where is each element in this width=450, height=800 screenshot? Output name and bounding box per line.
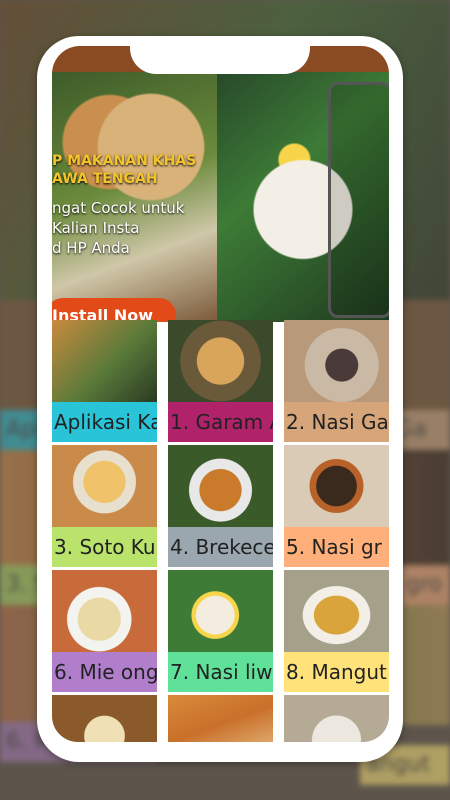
tile-image — [168, 320, 273, 402]
tile-image — [168, 445, 273, 527]
banner-title-line: P MAKANAN KHAS — [52, 153, 197, 169]
phone-notch — [130, 36, 310, 74]
grid-tile[interactable] — [52, 695, 157, 742]
tile-image — [168, 570, 273, 652]
grid-tile[interactable]: 3. Soto Ku — [52, 445, 157, 567]
tile-image — [284, 445, 389, 527]
phone-screen: P MAKANAN KHAS AWA TENGAH ngat Cocok unt… — [52, 46, 389, 742]
banner-subtitle-line: Kalian Insta — [52, 219, 140, 237]
grid-tile[interactable]: 5. Nasi gr — [284, 445, 389, 567]
grid-tile[interactable] — [284, 695, 389, 742]
tile-label: 1. Garam A — [168, 402, 273, 442]
tile-image — [168, 695, 273, 742]
tile-image — [284, 695, 389, 742]
tile-label: 7. Nasi liw — [168, 652, 273, 692]
banner-subtitle-line: d HP Anda — [52, 239, 130, 257]
bg-label: gro — [400, 565, 450, 605]
tile-label: 4. Brekece — [168, 527, 273, 567]
tile-label: 6. Mie ong — [52, 652, 157, 692]
promo-banner[interactable]: P MAKANAN KHAS AWA TENGAH ngat Cocok unt… — [52, 72, 389, 322]
grid-tile[interactable]: 1. Garam A — [168, 320, 273, 442]
grid-tile[interactable]: 6. Mie ong — [52, 570, 157, 692]
tile-label: 8. Mangut — [284, 652, 389, 692]
tile-image — [52, 570, 157, 652]
tile-image — [52, 320, 157, 402]
tile-label: 3. Soto Ku — [52, 527, 157, 567]
tile-image — [52, 695, 157, 742]
tile-image — [284, 570, 389, 652]
grid-tile[interactable]: 2. Nasi Ga — [284, 320, 389, 442]
grid-tile[interactable]: Aplikasi Ka — [52, 320, 157, 442]
grid-tile[interactable]: 7. Nasi liw — [168, 570, 273, 692]
tile-label: 5. Nasi gr — [284, 527, 389, 567]
grid-tile[interactable] — [168, 695, 273, 742]
tile-label: Aplikasi Ka — [52, 402, 157, 442]
install-now-button[interactable]: Install Now — [52, 298, 176, 322]
banner-subtitle-line: ngat Cocok untuk — [52, 199, 185, 217]
tile-label: 2. Nasi Ga — [284, 402, 389, 442]
banner-subtitle: ngat Cocok untuk Kalian Insta d HP Anda — [52, 198, 217, 258]
grid-tile[interactable]: 4. Brekece — [168, 445, 273, 567]
banner-title: P MAKANAN KHAS AWA TENGAH — [52, 152, 217, 188]
banner-phone-illustration — [328, 82, 389, 318]
banner-title-line: AWA TENGAH — [52, 171, 158, 187]
grid-tile[interactable]: 8. Mangut — [284, 570, 389, 692]
tile-image — [52, 445, 157, 527]
tile-image — [284, 320, 389, 402]
banner-food-image — [52, 72, 217, 322]
